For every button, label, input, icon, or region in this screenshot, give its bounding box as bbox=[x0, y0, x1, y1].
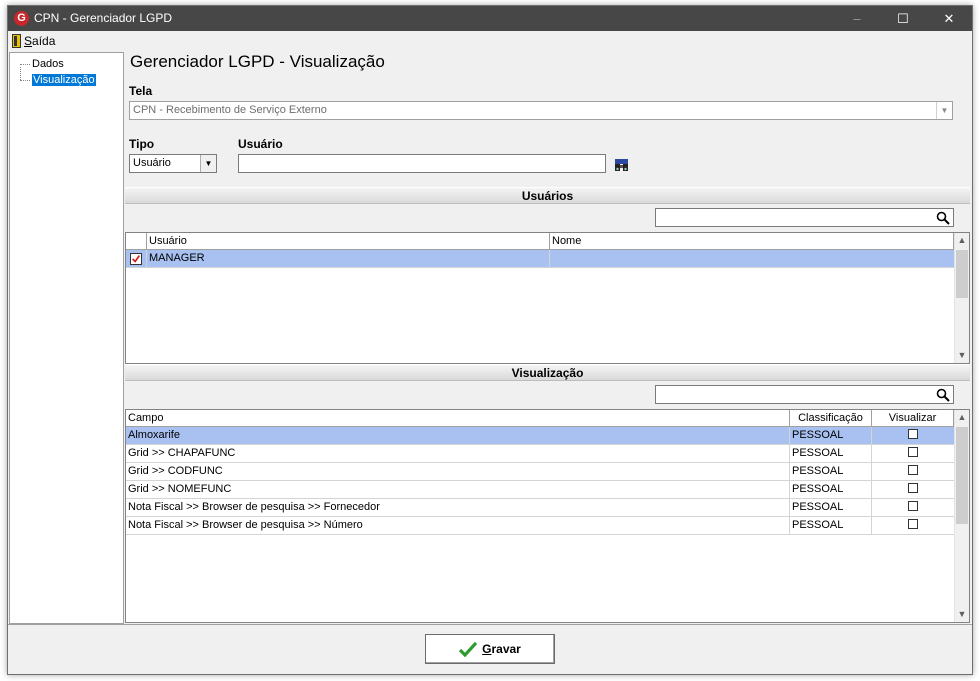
title-bar[interactable]: G CPN - Gerenciador LGPD – ☐ ✕ bbox=[8, 6, 972, 31]
tipo-select-value: Usuário bbox=[133, 157, 171, 169]
table-row[interactable]: Grid >> CODFUNC PESSOAL bbox=[126, 463, 955, 481]
save-button[interactable]: Gravar bbox=[425, 634, 555, 664]
users-grid-header-nome[interactable]: Nome bbox=[550, 233, 954, 250]
view-search-input[interactable] bbox=[655, 385, 954, 404]
view-grid-header-visualizar[interactable]: Visualizar bbox=[872, 410, 954, 427]
users-grid: Usuário Nome MANAGER ▲ ▼ bbox=[125, 232, 970, 364]
scroll-up-icon[interactable]: ▲ bbox=[955, 233, 969, 248]
campo-cell: Nota Fiscal >> Browser de pesquisa >> Fo… bbox=[126, 499, 790, 516]
classificacao-cell: PESSOAL bbox=[790, 499, 872, 516]
tree-item-label: Visualização bbox=[32, 74, 96, 86]
users-grid-header-usuario[interactable]: Usuário bbox=[147, 233, 550, 250]
visualizar-cell[interactable] bbox=[872, 445, 955, 462]
campo-cell: Grid >> NOMEFUNC bbox=[126, 481, 790, 498]
classificacao-cell: PESSOAL bbox=[790, 445, 872, 462]
menu-item-exit[interactable]: Saída bbox=[12, 33, 55, 48]
chevron-down-icon[interactable]: ▼ bbox=[200, 155, 216, 172]
table-row[interactable]: Nota Fiscal >> Browser de pesquisa >> Nú… bbox=[126, 517, 955, 535]
users-search-input[interactable] bbox=[655, 208, 954, 227]
visualizar-checkbox[interactable] bbox=[908, 519, 918, 530]
classificacao-cell: PESSOAL bbox=[790, 481, 872, 498]
exit-door-icon bbox=[12, 33, 21, 48]
chevron-down-icon[interactable]: ▼ bbox=[936, 102, 952, 119]
page-title: Gerenciador LGPD - Visualização bbox=[130, 52, 385, 71]
table-row[interactable]: Grid >> NOMEFUNC PESSOAL bbox=[126, 481, 955, 499]
view-section-header: Visualização bbox=[125, 364, 970, 381]
menu-exit-accelerator: S bbox=[24, 33, 33, 48]
view-grid-header-campo[interactable]: Campo bbox=[126, 410, 790, 427]
user-usuario-cell: MANAGER bbox=[147, 250, 550, 267]
minimize-button[interactable]: – bbox=[834, 6, 880, 31]
scroll-up-icon[interactable]: ▲ bbox=[955, 410, 969, 425]
table-row[interactable]: Grid >> CHAPAFUNC PESSOAL bbox=[126, 445, 955, 463]
save-button-accelerator: G bbox=[482, 642, 492, 656]
tree-item-visualizacao[interactable]: Visualização bbox=[18, 67, 98, 87]
view-grid: Campo Classificação Visualizar Almoxarif… bbox=[125, 409, 970, 623]
maximize-button[interactable]: ☐ bbox=[880, 6, 926, 31]
menu-bar: Saída bbox=[8, 31, 972, 50]
view-grid-scrollbar[interactable]: ▲ ▼ bbox=[954, 410, 969, 622]
scroll-thumb[interactable] bbox=[956, 250, 968, 298]
visualizar-cell[interactable] bbox=[872, 517, 955, 534]
visualizar-checkbox[interactable] bbox=[908, 429, 918, 440]
campo-cell: Almoxarife bbox=[126, 427, 790, 444]
usuario-label: Usuário bbox=[238, 137, 283, 151]
tipo-select[interactable]: Usuário ▼ bbox=[129, 154, 217, 173]
table-row[interactable]: MANAGER bbox=[126, 250, 955, 268]
tree-item-label: Dados bbox=[32, 58, 64, 70]
scroll-down-icon[interactable]: ▼ bbox=[955, 607, 969, 622]
usuario-input[interactable] bbox=[238, 154, 606, 173]
visualizar-checkbox[interactable] bbox=[908, 447, 918, 458]
visualizar-cell[interactable] bbox=[872, 427, 955, 444]
classificacao-cell: PESSOAL bbox=[790, 463, 872, 480]
visualizar-cell[interactable] bbox=[872, 463, 955, 480]
classificacao-cell: PESSOAL bbox=[790, 517, 872, 534]
view-grid-header-classificacao[interactable]: Classificação bbox=[790, 410, 872, 427]
navigation-tree: Dados Visualização bbox=[9, 52, 124, 624]
users-section-header: Usuários bbox=[125, 187, 970, 204]
table-row[interactable]: Almoxarife PESSOAL bbox=[126, 427, 955, 445]
visualizar-cell[interactable] bbox=[872, 499, 955, 516]
visualizar-checkbox[interactable] bbox=[908, 501, 918, 512]
save-button-label: ravar bbox=[491, 642, 521, 656]
visualizar-cell[interactable] bbox=[872, 481, 955, 498]
table-row[interactable]: Nota Fiscal >> Browser de pesquisa >> Fo… bbox=[126, 499, 955, 517]
search-icon[interactable] bbox=[936, 388, 950, 402]
tela-select[interactable]: CPN - Recebimento de Serviço Externo ▼ bbox=[129, 101, 953, 120]
tela-select-value: CPN - Recebimento de Serviço Externo bbox=[133, 104, 327, 116]
scroll-thumb[interactable] bbox=[956, 427, 968, 524]
classificacao-cell: PESSOAL bbox=[790, 427, 872, 444]
footer-divider bbox=[8, 624, 972, 625]
tela-label: Tela bbox=[129, 84, 153, 98]
scroll-down-icon[interactable]: ▼ bbox=[955, 348, 969, 363]
menu-exit-label: aída bbox=[32, 33, 56, 48]
close-button[interactable]: ✕ bbox=[926, 6, 972, 31]
campo-cell: Grid >> CODFUNC bbox=[126, 463, 790, 480]
campo-cell: Grid >> CHAPAFUNC bbox=[126, 445, 790, 462]
visualizar-checkbox[interactable] bbox=[908, 483, 918, 494]
users-grid-check-header bbox=[126, 233, 147, 250]
main-window: G CPN - Gerenciador LGPD – ☐ ✕ Saída Dad… bbox=[7, 5, 973, 675]
search-icon[interactable] bbox=[936, 211, 950, 225]
tipo-label: Tipo bbox=[129, 137, 155, 151]
binoculars-lookup-icon[interactable] bbox=[614, 158, 629, 173]
checkmark-icon bbox=[459, 641, 478, 657]
app-logo-icon: G bbox=[14, 11, 29, 26]
campo-cell: Nota Fiscal >> Browser de pesquisa >> Nú… bbox=[126, 517, 790, 534]
checkbox-checked-icon[interactable] bbox=[130, 253, 142, 265]
visualizar-checkbox[interactable] bbox=[908, 465, 918, 476]
window-title: CPN - Gerenciador LGPD bbox=[34, 11, 173, 25]
row-checkbox-cell[interactable] bbox=[126, 250, 147, 267]
user-nome-cell bbox=[550, 250, 955, 267]
tree-item-dados[interactable]: Dados bbox=[18, 57, 66, 71]
users-grid-scrollbar[interactable]: ▲ ▼ bbox=[954, 233, 969, 363]
